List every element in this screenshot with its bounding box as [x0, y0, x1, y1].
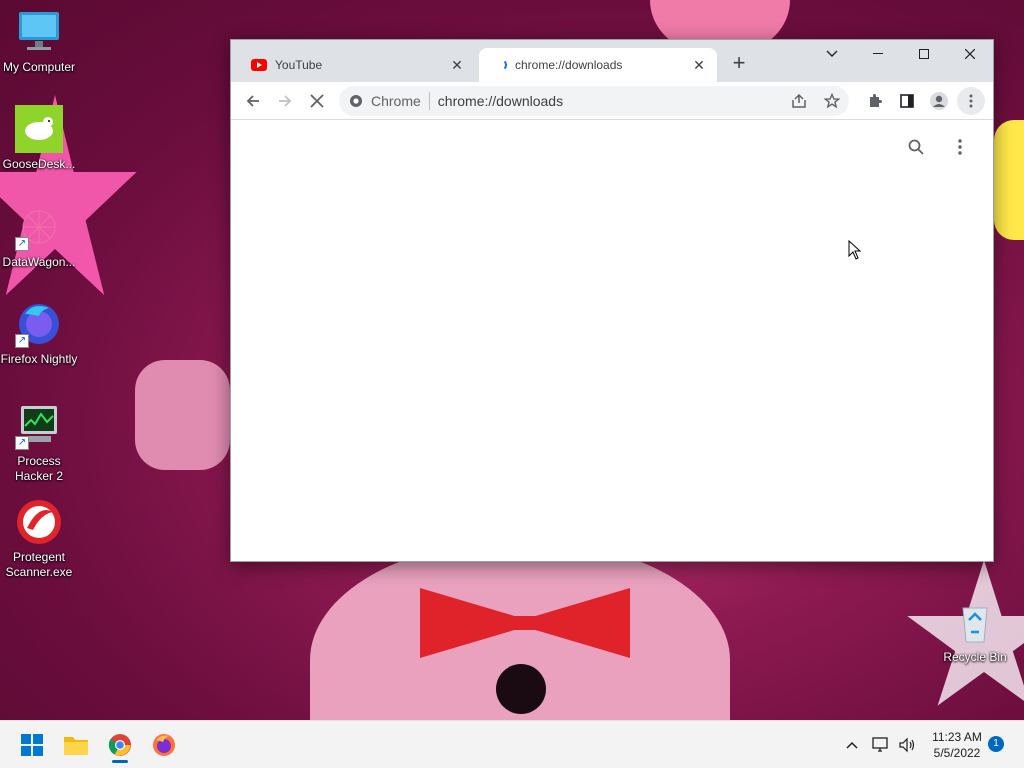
active-app-indicator — [112, 760, 128, 763]
datawagon-icon: ↗ — [15, 203, 63, 251]
recycle-bin-icon — [951, 598, 999, 646]
desktop-icon-firefox-nightly[interactable]: ↗ Firefox Nightly — [0, 300, 78, 367]
chrome-site-icon — [349, 94, 363, 108]
desktop-icon-recycle-bin[interactable]: Recycle Bin — [936, 598, 1014, 665]
shortcut-arrow-icon: ↗ — [15, 237, 29, 251]
desktop-icon-label: Recycle Bin — [943, 650, 1007, 664]
shortcut-arrow-icon: ↗ — [15, 334, 29, 348]
desktop-icon-datawagon[interactable]: ↗ DataWagon... — [0, 203, 78, 270]
youtube-icon — [251, 59, 267, 71]
wallpaper-shape — [135, 360, 230, 470]
close-tab-icon[interactable]: ✕ — [447, 55, 467, 75]
new-tab-button[interactable]: + — [727, 52, 751, 76]
desktop-icon-label: Process Hacker 2 — [14, 454, 64, 483]
mouse-cursor-icon — [848, 239, 862, 265]
profile-avatar-icon[interactable] — [925, 87, 953, 115]
more-options-icon[interactable] — [948, 135, 972, 159]
file-explorer-icon[interactable] — [58, 727, 94, 763]
desktop-icon-label: My Computer — [2, 60, 76, 74]
start-icon[interactable] — [14, 727, 50, 763]
minimize-button[interactable] — [855, 40, 901, 68]
goose-icon — [15, 105, 63, 153]
omnibox-url[interactable]: chrome://downloads — [438, 93, 563, 109]
loading-spinner-icon — [495, 59, 507, 71]
desktop-icon-label: DataWagon... — [2, 255, 76, 269]
desktop-icon-label: Protegent Scanner.exe — [5, 550, 73, 579]
search-icon[interactable] — [904, 135, 928, 159]
chrome-window: YouTube ✕ chrome://downloads ✕ + Chrome … — [230, 39, 994, 562]
desktop-icon-my-computer[interactable]: My Computer — [0, 8, 78, 75]
omnibox-separator — [428, 92, 430, 110]
downloads-page — [231, 120, 993, 561]
chrome-icon[interactable] — [102, 727, 138, 763]
taskbar-clock[interactable]: 11:23 AM 5/5/2022 — [920, 729, 994, 761]
tab-title: chrome://downloads — [515, 58, 623, 72]
protegent-icon — [15, 498, 63, 546]
desktop-icon-label: Firefox Nightly — [0, 352, 78, 366]
back-button[interactable] — [239, 87, 267, 115]
bookmark-star-icon[interactable] — [823, 92, 841, 112]
desktop-icon-process-hacker[interactable]: ↗ Process Hacker 2 — [0, 402, 78, 484]
share-icon[interactable] — [791, 93, 807, 111]
computer-icon — [15, 8, 63, 56]
process-hacker-icon: ↗ — [15, 402, 63, 450]
desktop-icon-goosedesktop[interactable]: GooseDesk... — [0, 105, 78, 172]
desktop-icon-protegent[interactable]: Protegent Scanner.exe — [0, 498, 78, 580]
tab-search-button[interactable] — [809, 40, 855, 68]
firefox-icon[interactable] — [146, 727, 182, 763]
notification-badge[interactable]: 1 — [988, 736, 1004, 752]
volume-icon[interactable] — [898, 721, 916, 768]
wallpaper-shape — [994, 120, 1024, 240]
clock-time: 11:23 AM — [932, 730, 982, 744]
tab-title: YouTube — [275, 58, 323, 72]
wallpaper-shape — [496, 664, 546, 714]
tab-youtube[interactable]: YouTube ✕ — [239, 48, 475, 82]
taskbar: 11:23 AM 5/5/2022 — [0, 720, 1024, 768]
show-hidden-icons-button[interactable] — [846, 721, 858, 768]
close-tab-icon[interactable]: ✕ — [689, 55, 709, 75]
tab-strip: YouTube ✕ chrome://downloads ✕ + — [231, 40, 993, 82]
extensions-icon[interactable] — [861, 87, 889, 115]
firefox-nightly-icon: ↗ — [15, 300, 63, 348]
omnibox-site-label: Chrome — [371, 93, 421, 109]
network-icon[interactable] — [872, 721, 890, 768]
forward-button[interactable] — [271, 87, 299, 115]
stop-loading-button[interactable] — [303, 87, 331, 115]
close-window-button[interactable] — [947, 40, 993, 68]
wallpaper-bow — [420, 588, 630, 658]
browser-toolbar: Chrome chrome://downloads — [231, 82, 993, 120]
tab-downloads[interactable]: chrome://downloads ✕ — [479, 48, 717, 82]
shortcut-arrow-icon: ↗ — [15, 436, 29, 450]
browser-menu-icon[interactable] — [957, 87, 985, 115]
omnibox[interactable]: Chrome chrome://downloads — [339, 86, 849, 116]
side-panel-icon[interactable] — [893, 87, 921, 115]
desktop-icon-label: GooseDesk... — [2, 157, 76, 171]
clock-date: 5/5/2022 — [933, 746, 981, 760]
maximize-button[interactable] — [901, 40, 947, 68]
